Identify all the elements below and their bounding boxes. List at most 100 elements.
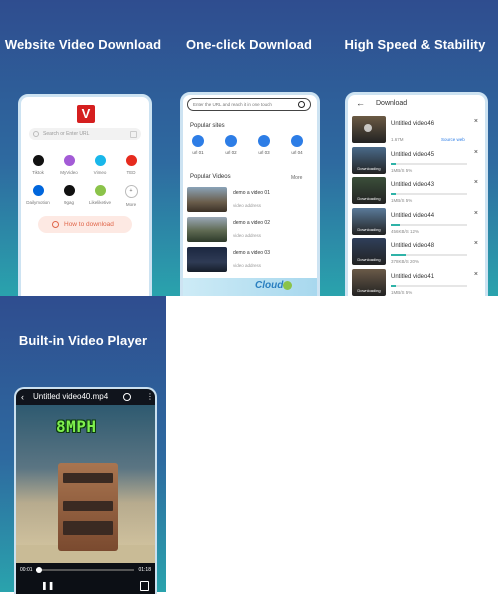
time-total: 01:18: [138, 567, 151, 573]
close-icon[interactable]: ×: [474, 149, 478, 156]
video-list-item[interactable]: demo a video 01 video address: [187, 187, 311, 213]
video-address: video address: [233, 263, 262, 268]
more-link[interactable]: More: [291, 175, 302, 181]
download-name: Untitled video46: [391, 121, 435, 127]
play-icon: [364, 124, 372, 132]
panel-website-video-download: Website Video Download V Search or Enter…: [0, 0, 166, 296]
site-shortcut[interactable]: 9gag: [56, 185, 82, 205]
download-progress-bar: [391, 223, 467, 226]
ad-banner[interactable]: Cloud: [183, 278, 317, 296]
search-placeholder: Search or Enter URL: [43, 131, 90, 137]
download-name: Untitled video44: [391, 212, 435, 219]
bus-image: [58, 463, 118, 551]
site-shortcut[interactable]: Likeliketive: [87, 185, 113, 205]
popular-site[interactable]: url 03: [254, 135, 274, 155]
close-icon[interactable]: ×: [474, 271, 478, 278]
close-icon[interactable]: ×: [474, 179, 478, 186]
close-icon[interactable]: ×: [474, 118, 478, 125]
download-item[interactable]: Downloading Untitled video48 × 378KB/S 20%: [352, 238, 480, 268]
download-meta: 378KB/S 20%: [391, 259, 420, 264]
phone-download-screen: ← Download Untitled video46 × 1.67M Source …: [345, 92, 488, 296]
popular-site[interactable]: url 01: [188, 135, 208, 155]
player-toolbar: ‹ Untitled video40.mp4 ⋮: [16, 389, 155, 405]
site-label: MyVideo: [60, 170, 78, 175]
download-item[interactable]: Downloading Untitled video45 × 1MB/S 5%: [352, 146, 480, 177]
globe-icon: [192, 135, 204, 147]
popular-sites-title: Popular sites: [190, 123, 225, 129]
site-label: Vimeo: [93, 170, 107, 175]
download-name: Untitled video45: [391, 151, 435, 158]
back-arrow-icon[interactable]: ‹: [21, 389, 24, 405]
video-thumbnail: [187, 247, 227, 272]
panel-high-speed: High Speed & Stability ← Download Untitl…: [332, 0, 498, 296]
download-item[interactable]: Untitled video46 × 1.67M Source web: [352, 116, 480, 146]
video-thumbnail: [187, 187, 227, 212]
popular-site-label: url 03: [258, 150, 270, 155]
site-label: TED: [126, 170, 136, 175]
share-icon[interactable]: [123, 393, 131, 401]
vimeo-icon: [94, 155, 106, 166]
panel-title: One-click Download: [185, 37, 313, 52]
panel-title: Website Video Download: [4, 37, 162, 52]
app-logo: V: [77, 105, 95, 123]
phone-home-screen: V Search or Enter URL Tiktok MyVideo Vimeo…: [18, 94, 152, 296]
download-state: Downloading: [357, 287, 381, 293]
site-shortcut[interactable]: Vimeo: [87, 155, 113, 175]
search-icon: [33, 131, 39, 137]
site-shortcut[interactable]: Dailymotion: [25, 185, 51, 205]
globe-icon: [258, 135, 270, 147]
search-input[interactable]: Search or Enter URL: [29, 128, 141, 140]
seek-bar[interactable]: [35, 567, 134, 573]
back-arrow-icon[interactable]: ←: [356, 98, 365, 108]
video-list-item[interactable]: demo a video 02 video address: [187, 217, 311, 243]
popular-site[interactable]: url 02: [221, 135, 241, 155]
site-label: Dailymotion: [26, 200, 50, 205]
pause-icon[interactable]: ❚❚: [41, 581, 54, 590]
more-vert-icon[interactable]: ⋮: [146, 389, 154, 405]
download-progress-bar: [391, 284, 467, 287]
site-shortcut[interactable]: + More: [118, 185, 144, 207]
download-thumbnail: Downloading: [352, 268, 386, 296]
video-list-item[interactable]: demo a video 03 video address: [187, 247, 311, 273]
download-item[interactable]: Downloading Untitled video44 × 456KB/S 12%: [352, 207, 480, 238]
site-shortcut[interactable]: MyVideo: [56, 155, 82, 175]
how-to-download-button[interactable]: How to download: [38, 216, 132, 233]
popular-site[interactable]: url 04: [287, 135, 307, 155]
download-state: Downloading: [357, 196, 381, 201]
download-progress-bar: [391, 162, 467, 165]
rotate-icon[interactable]: [140, 581, 149, 591]
site-shortcut[interactable]: TED: [118, 155, 144, 175]
video-address: video address: [233, 233, 262, 238]
download-item[interactable]: Downloading Untitled video43 × 1MB/S 5%: [352, 177, 480, 207]
time-current: 00:01: [20, 567, 33, 573]
download-meta: 1MB/S 5%: [391, 289, 413, 295]
video-title: Untitled video40.mp4: [33, 392, 109, 401]
download-progress-bar: [391, 193, 467, 195]
search-icon[interactable]: [298, 101, 305, 108]
video-name: demo a video 02: [233, 220, 270, 226]
video-player: ‹ Untitled video40.mp4 ⋮ 8MPH 00:01 01:1…: [14, 387, 157, 594]
url-placeholder: Enter the URL and reach it in one touch: [193, 102, 272, 107]
video-address: video address: [233, 203, 262, 208]
download-item[interactable]: Downloading Untitled video41 × 1MB/S 5%: [352, 268, 480, 297]
site-shortcut[interactable]: Tiktok: [25, 155, 51, 175]
plus-icon: +: [124, 185, 138, 198]
video-overlay-text: 8MPH: [56, 417, 97, 436]
download-meta: 1.67M: [391, 137, 404, 142]
seek-knob[interactable]: [35, 567, 42, 573]
source-web-link[interactable]: Source web: [441, 137, 465, 142]
url-input[interactable]: Enter the URL and reach it in one touch: [187, 98, 311, 111]
download-name: Untitled video48: [391, 243, 435, 249]
tiktok-icon: [32, 155, 44, 166]
popular-site-label: url 01: [192, 150, 204, 155]
scan-icon[interactable]: [130, 131, 137, 138]
panel-title: Built-in Video Player: [18, 333, 148, 348]
close-icon[interactable]: ×: [474, 210, 478, 217]
download-meta: 1MB/S 5%: [391, 167, 413, 173]
panel-one-click-download: One-click Download Enter the URL and rea…: [166, 0, 332, 296]
phone-browser-screen: Enter the URL and reach it in one touch …: [180, 92, 320, 296]
myvideo-icon: [63, 155, 75, 166]
download-thumbnail: [352, 116, 386, 143]
close-icon[interactable]: ×: [474, 240, 478, 247]
video-frame[interactable]: 8MPH: [16, 405, 155, 563]
